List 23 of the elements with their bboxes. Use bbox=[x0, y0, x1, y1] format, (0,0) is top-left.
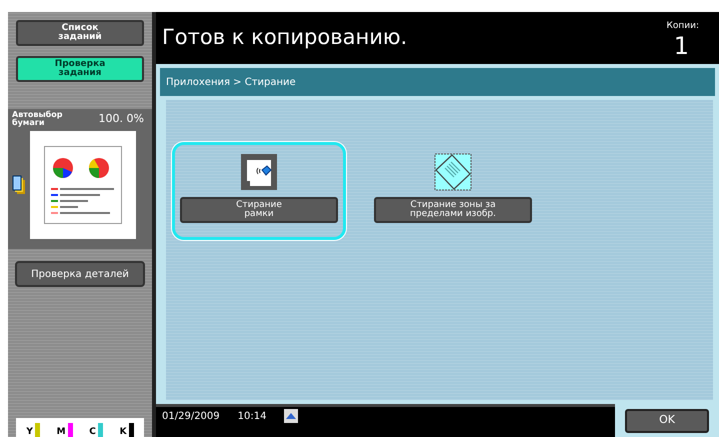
copies-count: 1 bbox=[674, 34, 689, 58]
details-button[interactable]: Проверка деталей bbox=[15, 261, 145, 287]
copies-stack-icon bbox=[12, 174, 26, 194]
tilted-page-icon bbox=[434, 153, 472, 191]
ok-button[interactable]: OK bbox=[625, 408, 709, 432]
breadcrumb: Прилохения > Стирание bbox=[166, 76, 296, 90]
zoom-ratio: 100. 0% bbox=[98, 111, 144, 127]
toner-label: C bbox=[89, 427, 96, 437]
function-tile[interactable]: Стирание зоны за пределами изобр. bbox=[366, 142, 540, 240]
toner-label: M bbox=[56, 427, 66, 437]
status-title: Готов к копированию. bbox=[162, 24, 408, 51]
copies-label: Копии: bbox=[666, 20, 699, 33]
date-text: 01/29/2009 bbox=[162, 410, 220, 424]
function-button[interactable]: Стирание рамки bbox=[180, 197, 338, 223]
sidebar-button[interactable]: Проверка задания bbox=[16, 56, 144, 82]
toner-label: Y bbox=[26, 427, 33, 437]
function-tile[interactable]: Стирание рамки bbox=[172, 142, 346, 240]
toner-label: K bbox=[120, 427, 127, 437]
eraser-frame-icon bbox=[240, 153, 278, 191]
function-button[interactable]: Стирание зоны за пределами изобр. bbox=[374, 197, 532, 223]
sidebar-button[interactable]: Список заданий bbox=[16, 20, 144, 46]
time-text: 10:14 bbox=[238, 410, 266, 424]
paper-label: Автовыбор бумаги bbox=[12, 111, 62, 127]
